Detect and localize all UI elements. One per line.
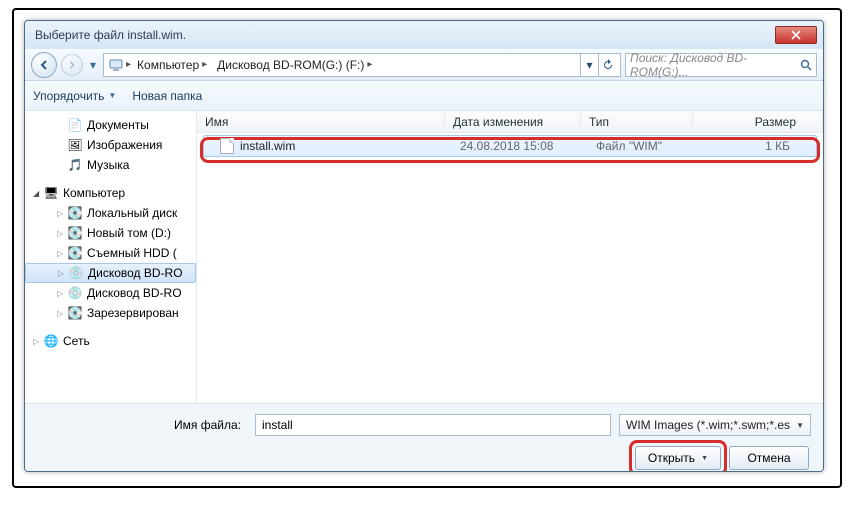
drive-icon: 💽 xyxy=(67,225,83,241)
file-open-dialog: Выберите файл install.wim. ▾ ▸ Компьютер… xyxy=(24,20,824,472)
nav-back-button[interactable] xyxy=(31,52,57,78)
breadcrumb-segment-drive[interactable]: Дисковод BD-ROM(G:) (F:)▸ xyxy=(213,58,376,72)
drive-icon: 💽 xyxy=(67,305,83,321)
window-title: Выберите файл install.wim. xyxy=(31,28,775,42)
column-headers: Имя Дата изменения Тип Размер xyxy=(197,111,823,133)
lib-icon: 📄 xyxy=(67,117,83,133)
tree-library-item[interactable]: 📄 Документы xyxy=(25,115,196,135)
lib-icon: 🖼 xyxy=(67,137,83,153)
open-label: Открыть xyxy=(648,451,695,465)
tree-label: Сеть xyxy=(63,334,90,348)
filetype-filter[interactable]: WIM Images (*.wim;*.swm;*.es ▼ xyxy=(619,414,811,436)
tree-label: Музыка xyxy=(87,158,129,172)
dialog-body: 📄 Документы 🖼 Изображения 🎵 Музыка 🖥 Компьюте… xyxy=(25,111,823,403)
filename-label: Имя файла: xyxy=(37,418,247,432)
cancel-button[interactable]: Отмена xyxy=(729,446,809,470)
refresh-button[interactable] xyxy=(598,54,616,76)
nav-history-dropdown[interactable]: ▾ xyxy=(87,55,99,75)
file-row[interactable]: install.wim 24.08.2018 15:08 Файл "WIM" … xyxy=(203,135,817,157)
close-button[interactable] xyxy=(775,26,817,44)
breadcrumb-dropdown[interactable]: ▾ xyxy=(580,54,598,76)
tree-library-item[interactable]: 🎵 Музыка xyxy=(25,155,196,175)
lib-icon: 🎵 xyxy=(67,157,83,173)
arrow-right-icon xyxy=(67,60,77,70)
tree-drive-item[interactable]: 💽 Съемный HDD ( xyxy=(25,243,196,263)
file-icon xyxy=(220,138,234,154)
toolbar: Упорядочить ▼ Новая папка xyxy=(25,81,823,111)
new-folder-button[interactable]: Новая папка xyxy=(132,89,202,103)
arrow-left-icon xyxy=(38,59,50,71)
search-placeholder: Поиск: Дисковод BD-ROM(G:)... xyxy=(630,51,800,79)
refresh-icon xyxy=(602,59,614,71)
navigation-tree[interactable]: 📄 Документы 🖼 Изображения 🎵 Музыка 🖥 Компьюте… xyxy=(25,111,197,403)
filter-label: WIM Images (*.wim;*.swm;*.es xyxy=(626,418,790,432)
breadcrumb-bar[interactable]: ▸ Компьютер▸ Дисковод BD-ROM(G:) (F:)▸ ▾ xyxy=(103,53,621,77)
drive-icon: 💿 xyxy=(67,285,83,301)
chevron-right-icon: ▸ xyxy=(202,59,207,70)
navbar: ▾ ▸ Компьютер▸ Дисковод BD-ROM(G:) (F:)▸… xyxy=(25,49,823,81)
tree-computer[interactable]: 🖥 Компьютер xyxy=(25,183,196,203)
computer-icon: 🖥 xyxy=(43,185,59,201)
close-icon xyxy=(791,30,801,40)
chevron-down-icon: ▼ xyxy=(108,91,116,100)
tree-drive-item[interactable]: 💽 Новый том (D:) xyxy=(25,223,196,243)
tree-label: Компьютер xyxy=(63,186,125,200)
nav-forward-button[interactable] xyxy=(61,54,83,76)
drive-icon: 💿 xyxy=(68,265,84,281)
chevron-down-icon: ▼ xyxy=(796,421,804,430)
breadcrumb-label: Дисковод BD-ROM(G:) (F:) xyxy=(217,58,364,72)
chevron-down-icon: ▼ xyxy=(701,455,708,462)
breadcrumb-segment-computer[interactable]: Компьютер▸ xyxy=(133,58,211,72)
tree-drive-item[interactable]: 💽 Локальный диск xyxy=(25,203,196,223)
organize-menu[interactable]: Упорядочить ▼ xyxy=(33,89,116,103)
file-list: Имя Дата изменения Тип Размер install.wi… xyxy=(197,111,823,403)
tree-library-item[interactable]: 🖼 Изображения xyxy=(25,135,196,155)
breadcrumb-label: Компьютер xyxy=(137,58,199,72)
file-date: 24.08.2018 15:08 xyxy=(452,139,588,153)
tree-label: Съемный HDD ( xyxy=(87,246,177,260)
column-size[interactable]: Размер xyxy=(693,111,823,132)
screenshot-frame: Выберите файл install.wim. ▾ ▸ Компьютер… xyxy=(12,8,842,488)
drive-icon: 💽 xyxy=(67,205,83,221)
titlebar: Выберите файл install.wim. xyxy=(25,21,823,49)
column-name[interactable]: Имя xyxy=(197,111,445,132)
tree-label: Локальный диск xyxy=(87,206,177,220)
network-icon: 🌐 xyxy=(43,333,59,349)
tree-network[interactable]: 🌐 Сеть xyxy=(25,331,196,351)
tree-label: Изображения xyxy=(87,138,162,152)
chevron-right-icon: ▸ xyxy=(367,59,372,70)
newfolder-label: Новая папка xyxy=(132,89,202,103)
file-size: 1 КБ xyxy=(700,139,816,153)
tree-label: Новый том (D:) xyxy=(87,226,171,240)
search-input[interactable]: Поиск: Дисковод BD-ROM(G:)... xyxy=(625,53,817,77)
column-type[interactable]: Тип xyxy=(581,111,693,132)
column-date[interactable]: Дата изменения xyxy=(445,111,581,132)
organize-label: Упорядочить xyxy=(33,89,104,103)
tree-drive-item[interactable]: 💿 Дисковод BD-RO xyxy=(25,263,196,283)
file-type: Файл "WIM" xyxy=(588,139,700,153)
tree-label: Дисковод BD-RO xyxy=(87,286,182,300)
tree-drive-item[interactable]: 💿 Дисковод BD-RO xyxy=(25,283,196,303)
tree-label: Дисковод BD-RO xyxy=(88,266,183,280)
dialog-footer: Имя файла: WIM Images (*.wim;*.swm;*.es … xyxy=(25,403,823,472)
filename-input[interactable] xyxy=(255,414,611,436)
computer-icon xyxy=(108,57,124,73)
tree-label: Зарезервирован xyxy=(87,306,179,320)
tree-drive-item[interactable]: 💽 Зарезервирован xyxy=(25,303,196,323)
cancel-label: Отмена xyxy=(747,451,790,465)
drive-icon: 💽 xyxy=(67,245,83,261)
search-icon xyxy=(800,59,812,71)
open-button[interactable]: Открыть ▼ xyxy=(635,446,721,470)
tree-label: Документы xyxy=(87,118,149,132)
file-name: install.wim xyxy=(240,139,295,153)
chevron-right-icon: ▸ xyxy=(126,59,131,70)
